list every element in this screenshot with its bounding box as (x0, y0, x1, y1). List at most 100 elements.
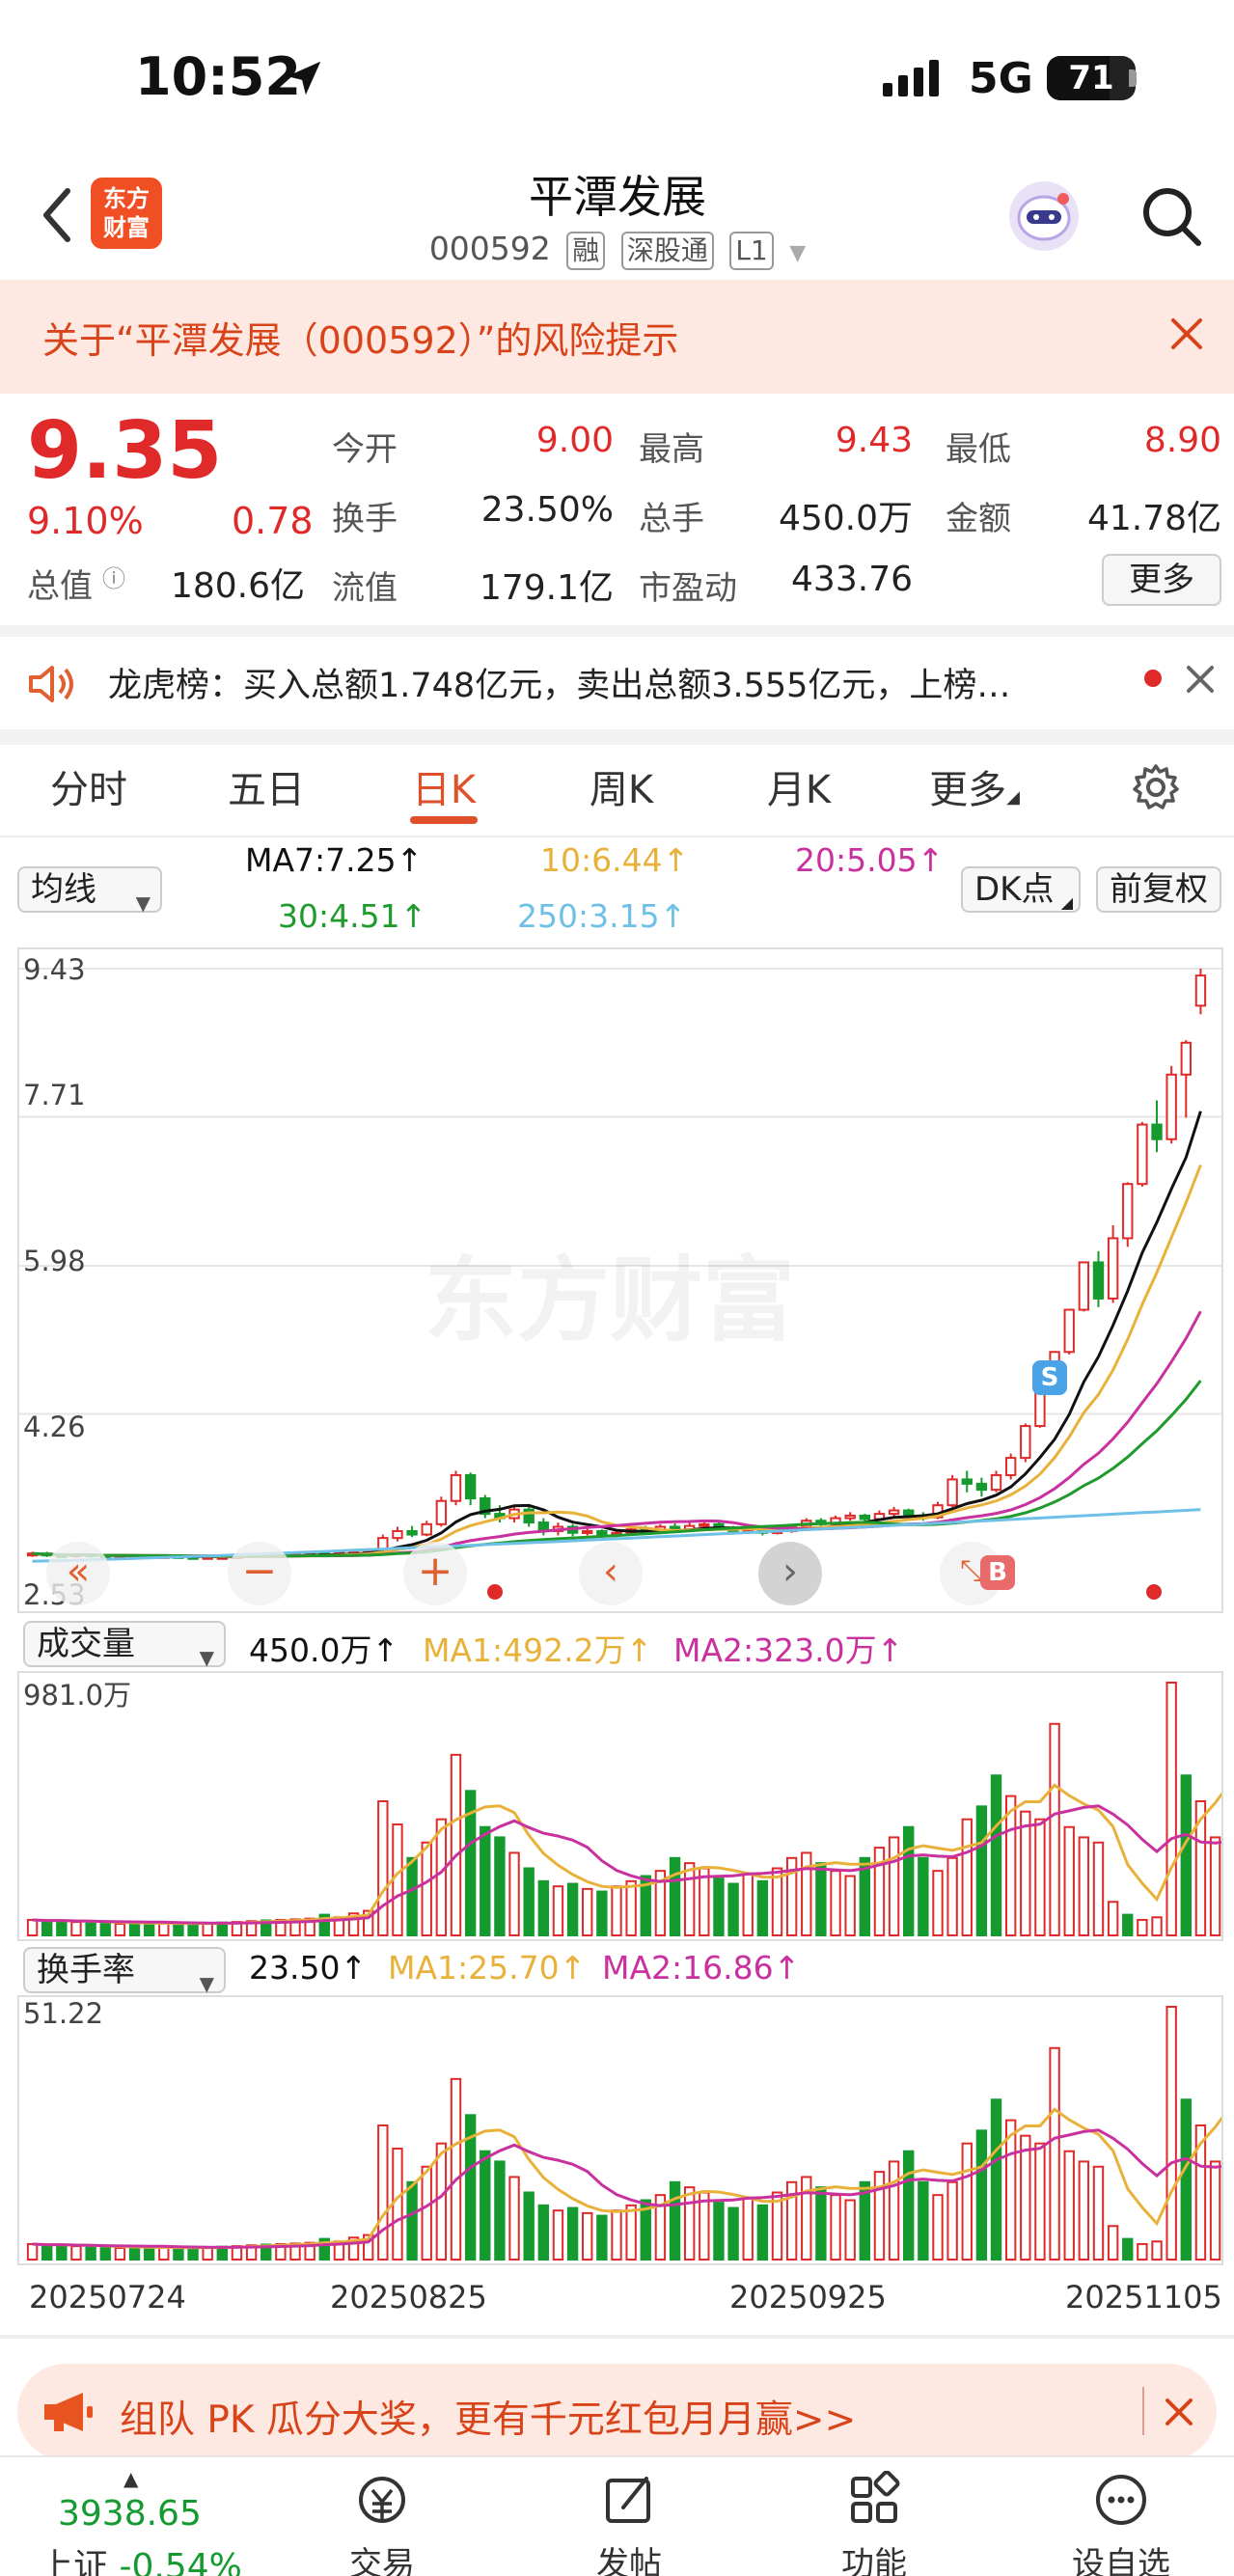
event-dot[interactable] (1146, 1584, 1162, 1600)
change-amount: 0.78 (232, 500, 314, 542)
turnover-value: 23.50↑ (249, 1949, 368, 1987)
candle-body (1004, 1457, 1017, 1476)
volume-bar (85, 2245, 96, 2261)
volume-bar (1107, 1901, 1119, 1937)
signal-icon (883, 60, 939, 96)
promo-text[interactable]: 组队 PK 瓜分大奖，更有千元红包月月赢>> (120, 2390, 856, 2444)
nav-functions[interactable]: 功能 (797, 2470, 951, 2576)
chevron-down-icon[interactable]: ▼ (789, 241, 806, 265)
volume-bar (187, 2246, 199, 2261)
volume-bar (552, 1885, 564, 1937)
volume-bar (990, 1774, 1002, 1936)
y-label-3: 5.98 (23, 1245, 86, 1277)
scroll-left-button[interactable]: ‹ (579, 1542, 643, 1605)
nav-post-label: 发帖 (596, 2545, 662, 2576)
nav-functions-label: 功能 (841, 2545, 907, 2576)
event-dot[interactable] (487, 1584, 503, 1600)
close-icon[interactable] (1164, 2397, 1194, 2427)
dk-point-button[interactable]: DK点 ◢ (961, 866, 1081, 913)
volume-bar (1165, 1682, 1177, 1936)
candle-body (859, 1514, 871, 1521)
volume-bar (903, 2150, 915, 2261)
quote-label: 市盈动 (639, 569, 737, 608)
nav-trade-label: 交易 (349, 2545, 415, 2576)
volume-bar (946, 2180, 958, 2261)
volume-bar (1049, 1722, 1060, 1936)
candle-body (1122, 1183, 1134, 1240)
volume-bar (727, 1882, 739, 1936)
volume-bar (611, 2209, 622, 2261)
volume-bar (1092, 2165, 1105, 2261)
scroll-right-button[interactable]: › (758, 1542, 822, 1605)
volume-bar (683, 1862, 696, 1936)
quote-label: 今开 (332, 430, 398, 469)
turnover-select-label: 换手率 (37, 1951, 135, 1989)
volume-bar (85, 1921, 96, 1937)
tab-intraday[interactable]: 分时 (12, 758, 166, 814)
volume-bar (508, 1851, 520, 1936)
zoom-in-button[interactable]: + (403, 1542, 467, 1605)
compose-icon (606, 2477, 650, 2523)
turnover-select[interactable]: 换手率 ▼ (23, 1947, 226, 1995)
close-icon[interactable] (1185, 664, 1216, 695)
volume-bar (392, 2148, 403, 2261)
index-summary[interactable]: 上证 -0.54% (39, 2538, 242, 2576)
candle-body (844, 1514, 856, 1520)
tab-weekly-k[interactable]: 周K (544, 758, 699, 814)
tab-daily-k[interactable]: 日K (367, 758, 521, 814)
zoom-out-button[interactable]: − (228, 1542, 291, 1605)
y-label-4: 4.26 (23, 1411, 86, 1443)
volume-bar (815, 1862, 827, 1936)
nav-trade[interactable]: 交易 (305, 2471, 459, 2576)
scroll-start-button[interactable]: « (46, 1542, 110, 1605)
volume-bar (582, 1887, 593, 1936)
volume-bar (494, 2160, 506, 2261)
volume-bar (158, 1922, 170, 1936)
risk-notice-text[interactable]: 关于“平潭发展（000592）”的风险提示 (42, 311, 678, 364)
watermark: 东方财富 (425, 1247, 795, 1355)
ma-select-label: 均线 (31, 870, 96, 909)
tab-five-day[interactable]: 五日 (189, 758, 343, 814)
more-button[interactable]: 更多 (1102, 554, 1221, 606)
buy-signal-marker[interactable]: B (980, 1555, 1015, 1590)
index-value[interactable]: 3938.65 (58, 2494, 202, 2534)
gear-icon[interactable] (1131, 762, 1181, 812)
volume-chart[interactable] (17, 1671, 1234, 1941)
search-icon[interactable] (1137, 181, 1206, 251)
info-icon[interactable]: ⓘ (102, 560, 125, 593)
quote-value: 179.1亿 (479, 568, 614, 608)
volume-bar (1004, 1795, 1017, 1936)
candle-body (596, 1529, 608, 1536)
candle-body (1180, 1041, 1192, 1076)
assistant-robot-icon[interactable] (1009, 181, 1079, 251)
volume-select[interactable]: 成交量 ▼ (23, 1621, 226, 1669)
candle-body (1034, 1389, 1046, 1428)
lhb-text[interactable]: 龙虎榜：买入总额1.748亿元，卖出总额3.555亿元，上榜… (108, 658, 1010, 707)
tab-monthly-k[interactable]: 月K (722, 758, 876, 814)
quote-label: 流值 (332, 569, 398, 608)
volume-bar (975, 1805, 988, 1936)
ma-select[interactable]: 均线 ▼ (17, 866, 162, 915)
nav-post[interactable]: 发帖 (552, 2471, 706, 2576)
tab-more[interactable]: 更多◢ (897, 758, 1052, 814)
volume-bar (128, 2245, 141, 2261)
expand-up-icon[interactable]: ▲ (123, 2467, 138, 2490)
volume-bar (918, 2180, 929, 2261)
candle-body (392, 1529, 403, 1540)
turnover-chart[interactable] (17, 1995, 1234, 2265)
volume-bar (523, 1867, 535, 1936)
nav-add-watchlist[interactable]: 设自选 (1044, 2471, 1198, 2576)
volume-bar (596, 1890, 608, 1937)
close-icon[interactable] (1167, 315, 1206, 353)
volume-bar (1078, 2160, 1090, 2261)
date-label-2: 20250825 (330, 2279, 487, 2316)
ma7-legend: MA7:7.25↑ (245, 841, 424, 879)
sell-signal-marker[interactable]: S (1032, 1360, 1067, 1395)
volume-bar (143, 2246, 155, 2261)
back-button[interactable] (35, 181, 83, 249)
volume-bar (844, 1875, 856, 1937)
volume-bar (187, 1922, 199, 1937)
adjust-button[interactable]: 前复权 (1096, 866, 1221, 913)
app-logo: 东方财富 (91, 178, 162, 249)
more-icon (1096, 2475, 1146, 2525)
